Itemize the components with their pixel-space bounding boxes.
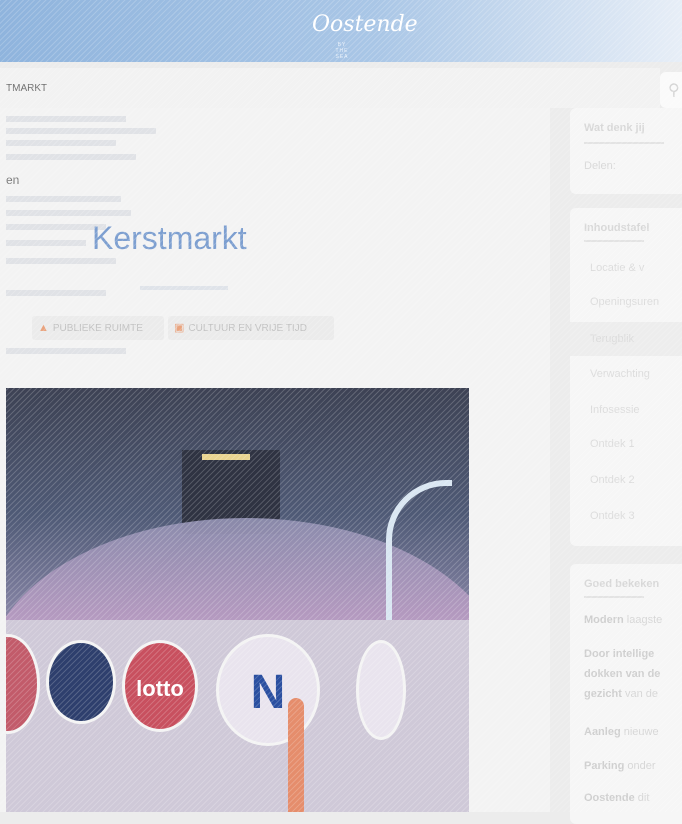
- blurred-text-line: [6, 210, 131, 216]
- toc-heading-underline: [584, 240, 644, 242]
- photo-disc-label: N: [250, 666, 286, 719]
- photo-cone: [288, 698, 304, 812]
- toc-item[interactable]: Verwachting: [590, 368, 650, 380]
- toc-item[interactable]: Locatie & v: [590, 262, 644, 274]
- blurred-text-line: [6, 128, 156, 134]
- breadcrumb-current[interactable]: TMARKT: [6, 83, 47, 94]
- info-line: Modern laagste: [584, 614, 663, 626]
- info-line: Door intellige: [584, 648, 655, 660]
- blurred-text-line: [6, 290, 106, 296]
- tag-label: PUBLIEKE RUIMTE: [52, 323, 143, 334]
- blurred-text-line: [6, 154, 136, 160]
- share-heading: Wat denk jij: [584, 122, 645, 134]
- photo-disc: [356, 640, 406, 740]
- toc-item-active[interactable]: Terugblik: [570, 322, 682, 356]
- toc-item[interactable]: Infosessie: [590, 404, 640, 416]
- photo-disc-lotto: lotto: [122, 640, 198, 732]
- photo-building-lights: [202, 454, 250, 460]
- toc-item[interactable]: Ontdek 2: [590, 474, 635, 486]
- share-card: [570, 108, 682, 194]
- share-label: Delen:: [584, 160, 616, 172]
- photo-disc: [46, 640, 116, 724]
- blurred-text-line: [6, 196, 121, 202]
- museum-icon: ▣: [174, 322, 185, 334]
- people-icon: ▲: [38, 322, 49, 334]
- hero-photo: lotto N: [6, 388, 469, 812]
- tag-label: CULTUUR EN VRIJE TIJD: [188, 323, 307, 334]
- toc-item[interactable]: Ontdek 1: [590, 438, 635, 450]
- toc-item[interactable]: Openingsuren: [590, 296, 659, 308]
- blurred-text-line: [6, 224, 106, 230]
- info-line: dokken van de: [584, 668, 661, 680]
- blurred-text-line: [6, 348, 126, 354]
- tag-publieke-ruimte[interactable]: ▲ PUBLIEKE RUIMTE: [32, 316, 164, 340]
- blurred-text-line: [6, 240, 86, 246]
- share-heading-underline: [584, 142, 664, 144]
- toc-item[interactable]: Ontdek 3: [590, 510, 635, 522]
- page-title: Kerstmarkt: [92, 220, 247, 256]
- blurred-text-line: [6, 258, 116, 264]
- partial-text: en: [6, 173, 20, 187]
- info-line: Parking onder: [584, 760, 656, 772]
- info-heading: Goed bekeken: [584, 578, 660, 590]
- site-logo[interactable]: Oostende: [312, 14, 418, 36]
- info-line: Aanleg nieuwe: [584, 726, 659, 738]
- blurred-text-line: [6, 116, 126, 122]
- info-heading-underline: [584, 596, 644, 598]
- logo-tagline: BY THE SEA: [335, 42, 349, 60]
- info-line: gezicht van de: [584, 688, 658, 700]
- tag-cultuur-vrije-tijd[interactable]: ▣ CULTUUR EN VRIJE TIJD: [168, 316, 334, 340]
- breadcrumb-bar: [0, 68, 660, 108]
- photo-disc-label: lotto: [136, 676, 184, 701]
- search-icon[interactable]: ⚲: [668, 80, 680, 100]
- blurred-text-line: [6, 140, 116, 146]
- toc-heading: Inhoudstafel: [584, 222, 650, 234]
- title-underline: [140, 286, 228, 290]
- photo-disc-n: N: [216, 634, 320, 746]
- info-line: Oostende dit: [584, 792, 650, 804]
